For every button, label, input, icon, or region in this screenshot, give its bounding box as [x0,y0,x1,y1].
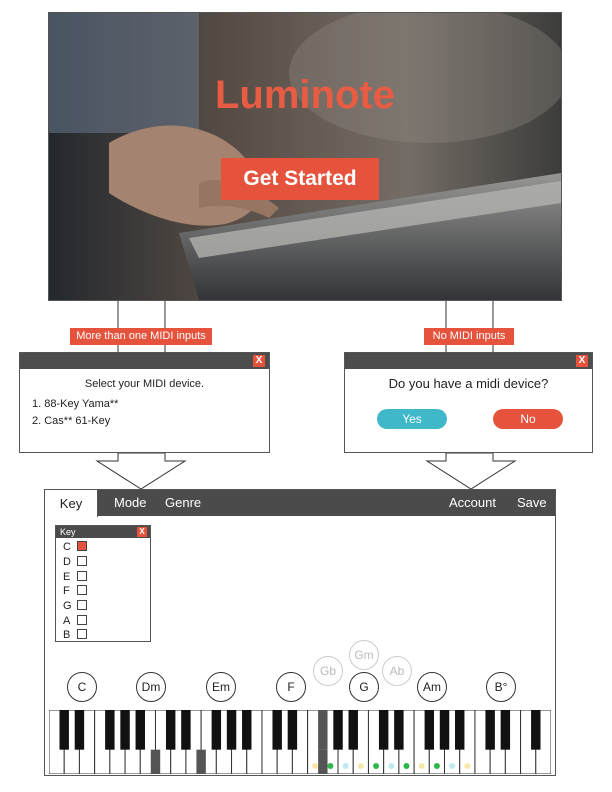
key-option[interactable]: A [63,614,87,628]
select-midi-dialog: X Select your MIDI device. 1. 88-Key Yam… [19,352,270,453]
chord-button[interactable]: Am [417,672,447,702]
piano-black-key[interactable] [242,710,252,750]
dialog-prompt: Select your MIDI device. [84,378,205,390]
key-option[interactable]: B [63,628,87,642]
key-option-label: G [63,600,72,612]
piano-black-key[interactable] [287,710,298,750]
note-indicator-dot [464,763,471,769]
piano-black-key[interactable] [181,710,191,750]
piano-black-key[interactable] [333,710,343,750]
flow-label-multiple-inputs: More than one MIDI inputs [70,328,212,345]
chord-button[interactable]: C [67,672,97,702]
key-option-label: A [63,615,71,627]
piano-black-key[interactable] [531,710,541,750]
piano-black-key[interactable] [439,710,450,750]
key-selector-panel: Key X C D E F G A B [55,525,151,642]
note-indicator-dot [357,763,364,769]
note-indicator-dot [388,763,395,769]
piano-black-key[interactable] [348,710,358,750]
note-indicator-dot [449,763,456,769]
checkbox[interactable] [77,629,87,639]
piano-black-key[interactable] [424,710,435,750]
note-indicator-dot [433,763,440,769]
chord-button[interactable]: F [276,672,306,702]
save-link[interactable]: Save [517,490,547,516]
tab-mode[interactable]: Mode [114,490,147,516]
close-icon[interactable]: X [576,355,588,367]
key-option-label: B [63,629,71,641]
piano-black-key[interactable] [59,710,69,750]
key-option-label: E [63,571,71,583]
flow-label-no-inputs: No MIDI inputs [424,328,514,345]
note-indicator-dot [312,763,319,769]
checkbox[interactable] [77,600,87,610]
no-button[interactable]: No [493,409,563,429]
note-indicator-dot [342,763,349,769]
key-option-label: F [63,585,70,597]
chord-button[interactable]: G [349,672,379,702]
piano-key-highlight [196,749,206,774]
piano-black-key[interactable] [226,710,237,750]
piano-black-key[interactable] [378,710,389,750]
chord-button[interactable]: B° [486,672,516,702]
piano-black-key[interactable] [485,710,495,750]
midi-device-option[interactable]: 1. 88-Key Yama** [32,398,118,410]
piano-black-key[interactable] [318,710,328,750]
note-indicator-dot [403,763,410,769]
piano-black-key[interactable] [74,710,85,750]
close-icon[interactable]: X [137,527,147,537]
key-option-label: C [63,541,71,553]
midi-device-dialog: X Do you have a midi device? Yes No [344,352,593,453]
close-icon[interactable]: X [253,355,265,367]
piano-black-key[interactable] [120,710,130,750]
piano-black-key[interactable] [135,710,145,750]
chord-suggestion[interactable]: Ab [382,656,412,686]
chord-button[interactable]: Em [206,672,236,702]
piano-key-highlight [150,749,161,774]
checkbox[interactable] [77,556,87,566]
top-nav-bar: Key Mode Genre Account Save [45,490,555,517]
checkbox-checked[interactable] [77,541,87,551]
dialog-question: Do you have a midi device? [388,376,549,391]
dialog-titlebar [20,353,269,369]
piano-black-key[interactable] [500,710,511,750]
main-app-window: Key Mode Genre Account Save Key X C D E … [44,489,556,776]
yes-button[interactable]: Yes [377,409,447,429]
key-option-label: D [63,556,71,568]
note-indicator-dot [418,763,425,769]
piano-black-key[interactable] [394,710,404,750]
tab-genre[interactable]: Genre [165,490,201,516]
tab-key[interactable]: Key [45,490,98,517]
note-indicator-dot [327,763,334,769]
checkbox[interactable] [77,571,87,581]
midi-device-option[interactable]: 2. Cas** 61-Key [32,415,110,427]
key-option[interactable]: G [63,599,87,613]
piano-black-key[interactable] [211,710,222,750]
piano-black-key[interactable] [165,710,176,750]
piano-black-key[interactable] [105,710,115,750]
piano-black-key[interactable] [272,710,282,750]
chord-suggestion[interactable]: Gm [349,640,379,670]
panel-title: Key [60,527,76,537]
dialog-titlebar [345,353,592,369]
key-option[interactable]: D [63,555,87,569]
chord-suggestion[interactable]: Gb [313,656,343,686]
key-option[interactable]: C [63,540,87,554]
key-option[interactable]: E [63,570,87,584]
checkbox[interactable] [77,615,87,625]
checkbox[interactable] [77,585,87,595]
account-link[interactable]: Account [449,490,496,516]
piano-keyboard[interactable] [49,710,551,774]
panel-titlebar: Key X [56,526,150,538]
chord-button[interactable]: Dm [136,672,166,702]
piano-key-highlight [318,749,328,774]
key-option[interactable]: F [63,584,87,598]
piano-black-key[interactable] [455,710,465,750]
note-indicator-dot [373,763,380,769]
